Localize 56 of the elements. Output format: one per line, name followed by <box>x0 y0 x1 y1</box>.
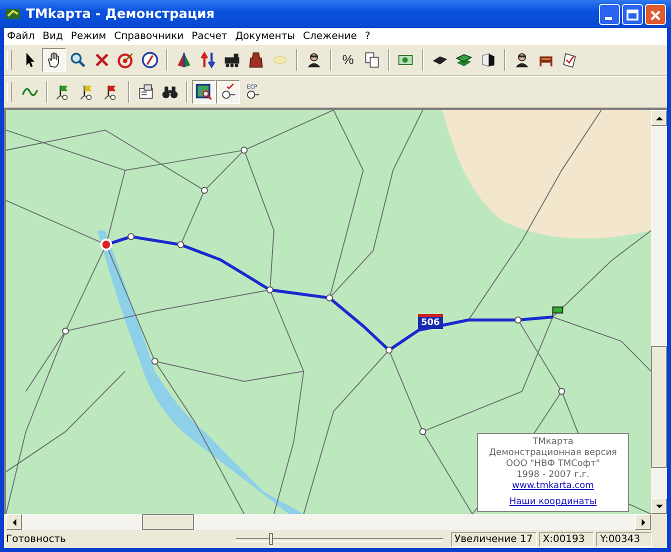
menu-item[interactable]: Вид <box>40 30 68 42</box>
compass-icon <box>141 51 159 69</box>
info-text: ООО "НВФ ТМСофт" <box>506 459 600 470</box>
menu-item[interactable]: Расчет <box>188 30 232 42</box>
card-icon <box>137 83 155 101</box>
menu-item[interactable]: Файл <box>4 30 40 42</box>
pyramid-icon <box>175 51 193 69</box>
check-node-icon <box>219 83 237 101</box>
close-button[interactable] <box>645 4 666 24</box>
info-text: TMкарта <box>532 437 574 448</box>
menu-item[interactable]: Справочники <box>111 30 189 42</box>
y-coordinate: Y:00343 <box>596 532 652 546</box>
minimize-button[interactable] <box>599 4 620 24</box>
scroll-right-icon <box>640 518 646 526</box>
horizontal-scrollbar[interactable] <box>6 514 651 530</box>
vertical-scrollbar[interactable] <box>651 110 667 514</box>
checklist-icon <box>561 51 579 69</box>
scroll-thumb[interactable] <box>651 346 667 468</box>
close-icon <box>93 51 111 69</box>
toolbar-button[interactable] <box>192 80 216 104</box>
zoom-status: Увеличение 17 <box>450 532 537 546</box>
toolbar-button[interactable] <box>42 48 66 72</box>
target-icon <box>117 51 135 69</box>
info-text: Демонстрационная версия <box>489 448 617 459</box>
person-icon <box>513 51 531 69</box>
percent-icon: % <box>342 51 354 69</box>
info-link[interactable]: www.tmkarta.com <box>512 481 594 492</box>
train-number-badge[interactable]: 506 <box>418 314 443 329</box>
menu-item[interactable]: Режим <box>68 30 112 42</box>
info-link[interactable]: Наши координаты <box>509 497 597 508</box>
menu-item[interactable]: Слежение <box>300 30 362 42</box>
menu-item[interactable]: Документы <box>232 30 300 42</box>
info-text: 1998 - 2007 г.г. <box>516 470 590 481</box>
scroll-up-icon <box>656 114 662 122</box>
status-text: Готовность <box>6 534 67 544</box>
map-drawing[interactable] <box>6 110 651 514</box>
window-title: TMkарта - Демонстрация <box>26 6 216 22</box>
tower-icon <box>247 51 265 69</box>
app-icon <box>5 6 21 22</box>
documents-icon <box>363 51 381 69</box>
person-icon <box>305 51 323 69</box>
scroll-down-icon <box>656 502 662 510</box>
arrows-icon <box>199 51 217 69</box>
scroll-left-icon <box>10 518 18 526</box>
map-search-icon <box>195 83 213 101</box>
maximize-button[interactable] <box>622 4 643 24</box>
menu-item[interactable]: ? <box>362 30 376 42</box>
toolbar-button[interactable]: % <box>336 48 360 72</box>
cube-icon <box>479 51 497 69</box>
x-coordinate: X:00193 <box>538 532 594 546</box>
search-icon <box>69 51 87 69</box>
zoom-slider[interactable] <box>236 532 443 546</box>
minimize-icon <box>604 16 612 20</box>
toolbar-button[interactable] <box>216 80 240 104</box>
scroll-thumb[interactable] <box>142 514 194 530</box>
locomotive-icon <box>223 51 241 69</box>
